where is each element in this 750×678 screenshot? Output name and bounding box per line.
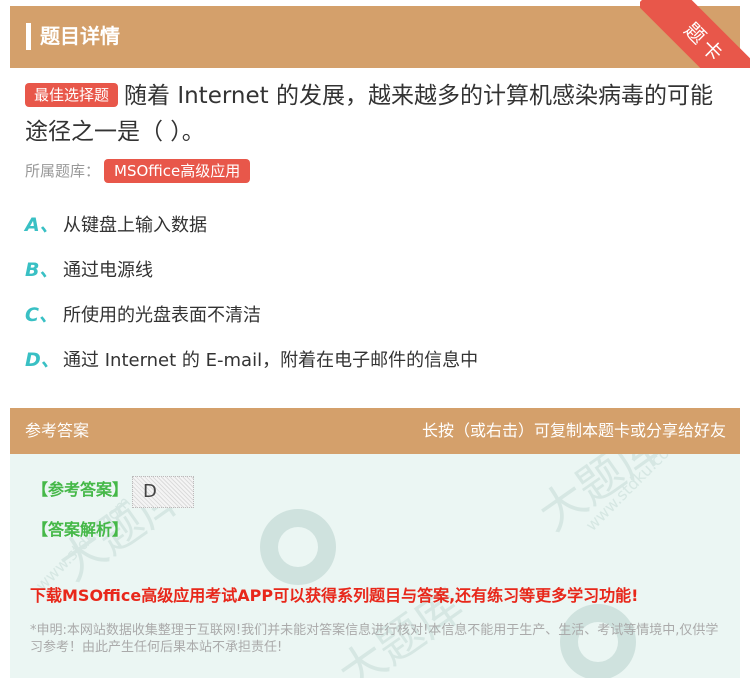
option-c[interactable]: C、 所使用的光盘表面不清洁 bbox=[25, 301, 261, 330]
option-letter: B、 bbox=[25, 259, 59, 281]
question-text: 随着 Internet 的发展，越来越多的计算机感染病毒的可能途径之一是（ ）。 bbox=[25, 83, 713, 145]
answer-section-body: 大题库 大题库 大题库 www.stdku.com www.stdku.com … bbox=[10, 454, 740, 678]
option-a[interactable]: A、 从键盘上输入数据 bbox=[25, 211, 207, 240]
analysis-label: 【答案解析】 bbox=[32, 520, 129, 539]
share-hint: 长按（或右击）可复制本题卡或分享给好友 bbox=[421, 421, 726, 440]
option-letter: A、 bbox=[25, 214, 59, 236]
page-title: 题目详情 bbox=[40, 24, 120, 48]
option-d[interactable]: D、 通过 Internet 的 E-mail，附着在电子邮件的信息中 bbox=[25, 346, 478, 375]
disclaimer-text: *申明:本网站数据收集整理于互联网!我们并未能对答案信息进行核对!本信息不能用于… bbox=[30, 623, 719, 655]
answer-section-title: 参考答案 bbox=[25, 421, 90, 440]
option-b[interactable]: B、 通过电源线 bbox=[25, 256, 153, 285]
answer-section-header: 参考答案 长按（或右击）可复制本题卡或分享给好友 bbox=[10, 408, 740, 454]
question-type-tag: 最佳选择题 bbox=[25, 83, 119, 107]
question-card-header: 题目详情 bbox=[10, 6, 740, 68]
option-letter: C、 bbox=[25, 304, 58, 326]
option-text: 所使用的光盘表面不清洁 bbox=[63, 305, 261, 326]
header-accent-bar bbox=[26, 23, 31, 50]
app-download-promo[interactable]: 下载MSOffice高级应用考试APP可以获得系列题目与答案,还有练习等更多学习… bbox=[30, 584, 638, 608]
library-label: 所属题库： bbox=[25, 162, 101, 180]
option-text: 从键盘上输入数据 bbox=[63, 215, 207, 236]
option-letter: D、 bbox=[25, 349, 60, 371]
watermark-logo-icon bbox=[260, 509, 336, 585]
library-row: 所属题库： MSOffice高级应用 bbox=[25, 158, 251, 184]
option-text: 通过电源线 bbox=[63, 260, 153, 281]
answer-label: 【参考答案】 bbox=[32, 480, 129, 499]
library-badge[interactable]: MSOffice高级应用 bbox=[104, 159, 251, 183]
question-text-block: 最佳选择题 随着 Internet 的发展，越来越多的计算机感染病毒的可能途径之一… bbox=[25, 78, 725, 150]
question-body: 最佳选择题 随着 Internet 的发展，越来越多的计算机感染病毒的可能途径之一… bbox=[0, 68, 750, 398]
option-text: 通过 Internet 的 E-mail，附着在电子邮件的信息中 bbox=[63, 350, 479, 371]
answer-image: D bbox=[132, 476, 194, 508]
